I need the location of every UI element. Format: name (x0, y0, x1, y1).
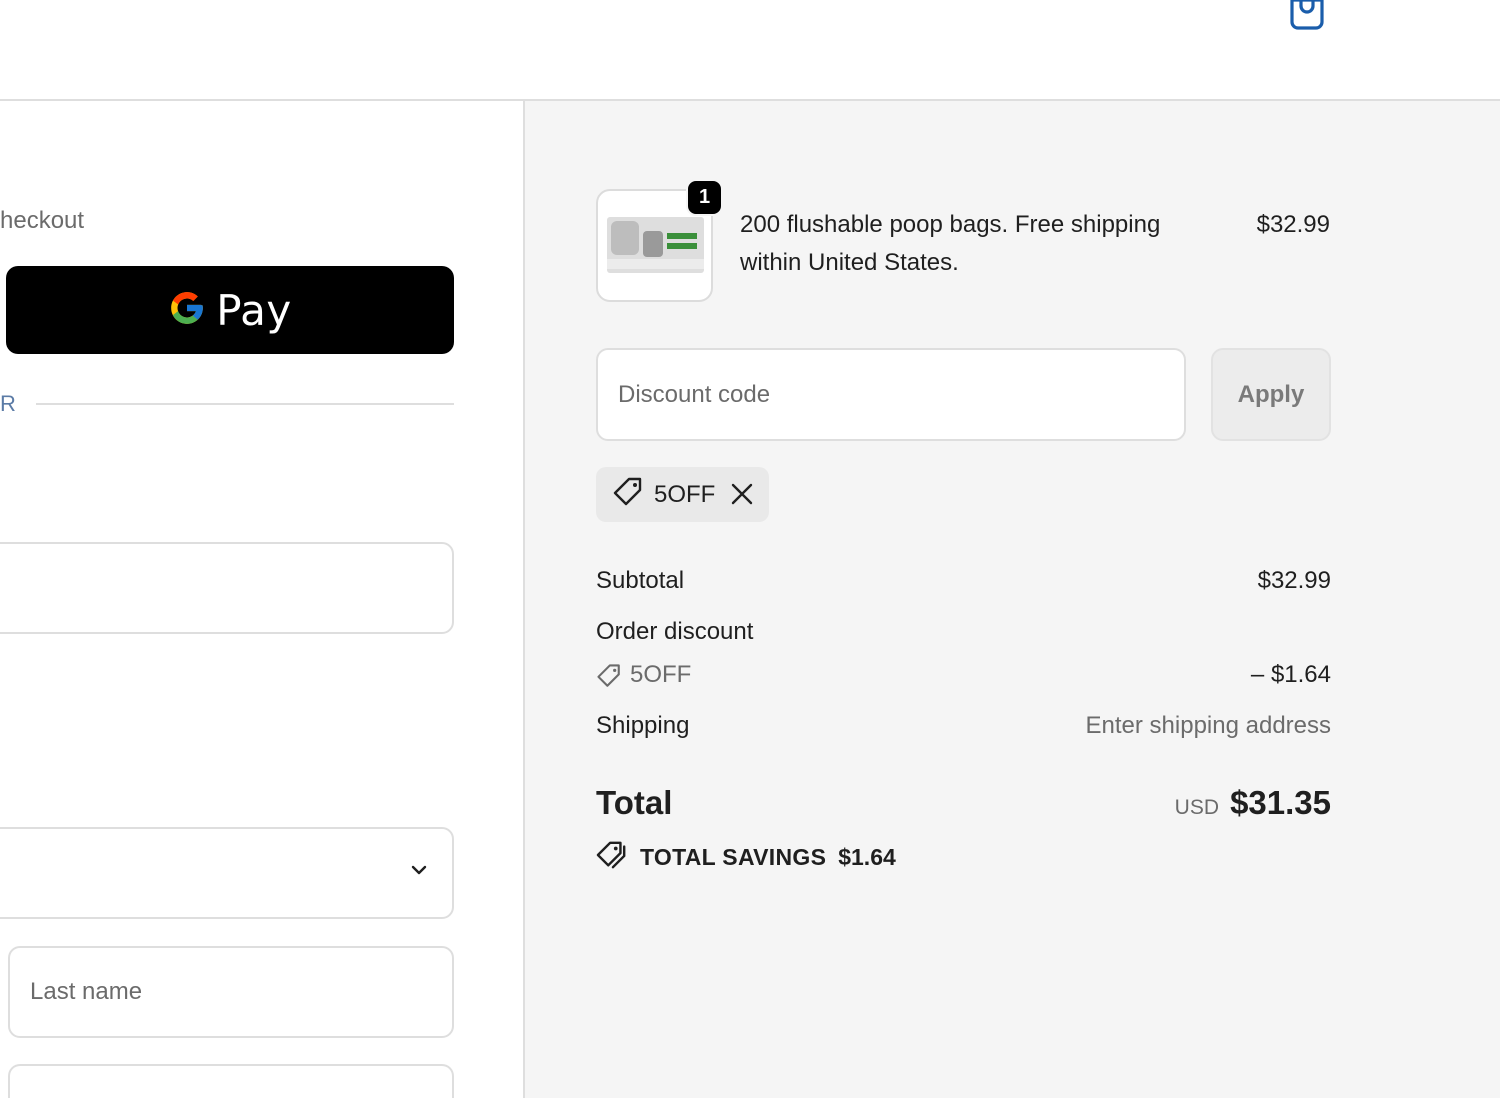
tag-icon (612, 476, 644, 513)
divider-line (36, 403, 454, 405)
last-name-input[interactable] (10, 948, 452, 1036)
total-savings-amount: $1.64 (838, 843, 896, 870)
tags-icon (596, 840, 628, 875)
google-pay-label: Pay (216, 285, 292, 335)
tag-icon (596, 663, 622, 696)
order-discount-row: Order discount (596, 618, 1331, 646)
email-field[interactable] (0, 542, 454, 634)
subtotal-row: Subtotal $32.99 (596, 567, 1331, 595)
email-input[interactable] (0, 544, 452, 632)
address-field[interactable] (8, 1064, 454, 1098)
quantity-badge: 1 (686, 179, 723, 216)
shopping-bag-icon[interactable] (1287, 0, 1327, 30)
google-pay-button[interactable]: Pay (6, 266, 454, 354)
order-discount-label: Order discount (596, 618, 754, 645)
apply-button[interactable]: Apply (1211, 348, 1331, 441)
total-savings-row: TOTAL SAVINGS $1.64 (596, 841, 896, 873)
express-checkout-label: heckout (0, 207, 85, 234)
subtotal-value: $32.99 (1257, 567, 1331, 594)
discount-value: – $1.64 (1250, 661, 1331, 688)
product-line-item: 1 200 flushable poop bags. Free shipping… (596, 179, 1330, 305)
last-name-field[interactable] (8, 946, 454, 1038)
discount-code-label: 5OFF (630, 661, 692, 688)
currency-code: USD (1174, 796, 1219, 819)
applied-code-label: 5OFF (654, 480, 716, 508)
country-select[interactable] (0, 827, 454, 919)
product-image (607, 217, 704, 273)
checkout-form: heckout Pay R (0, 101, 523, 1098)
shipping-label: Shipping (596, 712, 690, 739)
total-savings-label: TOTAL SAVINGS (640, 843, 827, 870)
total-row: Total USD $31.35 (596, 784, 1331, 828)
order-summary: 1 200 flushable poop bags. Free shipping… (523, 101, 1500, 1098)
or-divider: R (0, 391, 454, 419)
product-price: $32.99 (1256, 211, 1330, 238)
applied-code-chip: 5OFF (596, 467, 769, 522)
or-label: R (0, 391, 16, 416)
header (0, 0, 1500, 101)
discount-code-field[interactable] (596, 348, 1186, 441)
google-g-icon (168, 289, 206, 332)
chevron-down-icon (410, 863, 428, 881)
discount-code-input[interactable] (598, 350, 1184, 439)
subtotal-label: Subtotal (596, 567, 685, 594)
total-amount: $31.35 (1230, 784, 1331, 821)
product-name: 200 flushable poop bags. Free shipping w… (740, 211, 1161, 276)
total-label: Total (596, 784, 673, 821)
close-icon[interactable] (731, 483, 753, 505)
shipping-value: Enter shipping address (1085, 712, 1331, 739)
shipping-row: Shipping Enter shipping address (596, 712, 1331, 740)
